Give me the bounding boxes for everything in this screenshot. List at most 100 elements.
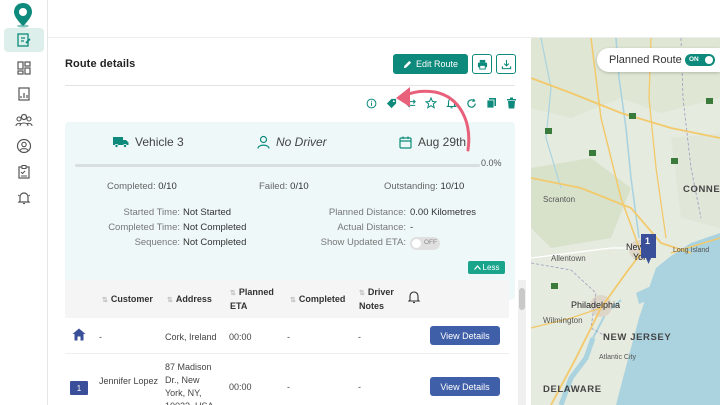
panel-title: Route details: [65, 58, 136, 70]
nav-reports[interactable]: [4, 82, 44, 106]
col-completed-label: Completed: [298, 294, 346, 304]
less-label: Less: [482, 263, 500, 272]
info-icon: [366, 98, 376, 108]
nav-routes[interactable]: [4, 28, 44, 52]
route-map[interactable]: Scranton CONNE New York Long Island Alle…: [531, 38, 720, 405]
planned-route-switch-label: ON: [689, 56, 699, 63]
eta-cell: 00:00: [229, 332, 252, 342]
nav-dashboard[interactable]: [4, 56, 44, 80]
col-address[interactable]: ⇅ Address: [167, 293, 212, 307]
trash-icon: [506, 97, 516, 109]
completed-value: 0/10: [158, 181, 177, 192]
col-planned-eta[interactable]: ⇅ Planned ETA: [230, 286, 275, 312]
sequence-badge: 1: [70, 381, 88, 395]
view-details-button[interactable]: View Details: [430, 377, 500, 396]
annotation-arrow: [396, 87, 471, 152]
completed-time-value: Not Completed: [183, 222, 247, 233]
outstanding-label: Outstanding:: [384, 181, 438, 192]
sequence-label: Sequence:: [134, 237, 180, 248]
toggle-knob: [705, 56, 713, 64]
driver-name: No Driver: [276, 135, 327, 149]
outstanding-stat: Outstanding: 10/10: [384, 181, 464, 192]
actual-distance-label: Actual Distance:: [337, 222, 406, 233]
map-marker-number: 1: [645, 236, 651, 246]
table-row: 1 Jennifer Lopez 87 Madison Dr., New Yor…: [65, 355, 509, 405]
customer-cell: -: [99, 332, 102, 342]
planned-route-toggle[interactable]: Planned Route ON: [597, 48, 720, 72]
map-label-connecticut: CONNE: [683, 184, 720, 195]
nav-profile[interactable]: [4, 134, 44, 158]
started-time-label: Started Time:: [123, 207, 181, 218]
edit-document-icon: [17, 33, 31, 47]
info-button[interactable]: [364, 96, 378, 110]
col-driver-notes[interactable]: ⇅ Driver Notes: [359, 286, 399, 312]
toggle-knob: [412, 239, 421, 248]
copy-icon: [486, 98, 496, 109]
bell-icon[interactable]: [406, 289, 422, 305]
address-cell: 87 Madison Dr., New York, NY, 10022, USA: [165, 362, 214, 405]
delete-button[interactable]: [504, 96, 518, 110]
view-details-button[interactable]: View Details: [430, 326, 500, 345]
driver-info[interactable]: No Driver: [257, 132, 327, 152]
failed-value: 0/10: [290, 181, 309, 192]
planned-route-label: Planned Route: [609, 54, 682, 66]
print-button[interactable]: [472, 54, 492, 74]
col-completed[interactable]: ⇅ Completed: [290, 293, 345, 307]
logo-pin-icon: [14, 3, 32, 28]
map-label-scranton: Scranton: [543, 195, 576, 204]
less-button[interactable]: Less: [468, 261, 505, 274]
failed-stat: Failed: 0/10: [259, 181, 309, 192]
completed-time-label: Completed Time:: [108, 222, 180, 233]
report-icon: [18, 87, 30, 101]
completed-cell: -: [287, 382, 290, 392]
nav-team[interactable]: [4, 108, 44, 132]
eta-cell: 00:00: [229, 382, 252, 392]
started-time-value: Not Started: [183, 207, 232, 218]
actual-distance-value: -: [410, 222, 414, 233]
col-customer-label: Customer: [110, 294, 153, 304]
edit-route-label: Edit Route: [415, 59, 459, 69]
planned-route-switch[interactable]: ON: [685, 54, 715, 66]
stops-table: ⇅ Customer ⇅ Address ⇅ Planned ETA ⇅ Complet…: [65, 280, 526, 405]
eta-toggle[interactable]: OFF: [410, 237, 440, 250]
customer-cell: Jennifer Lopez: [99, 376, 159, 386]
map-label-philadelphia: Philadelphia: [571, 300, 621, 310]
nav-tasks[interactable]: [4, 160, 44, 184]
map-label-long-island: Long Island: [673, 247, 710, 254]
sort-icon: ⇅: [167, 297, 173, 304]
nav-notifications[interactable]: [4, 186, 44, 210]
user-circle-icon: [16, 138, 32, 154]
col-address-label: Address: [175, 294, 212, 304]
table-scrollbar[interactable]: [518, 280, 526, 405]
chevron-up-icon: [473, 265, 481, 270]
table-row: - Cork, Ireland 00:00 - - View Details: [65, 318, 509, 354]
map-label-allentown: Allentown: [551, 254, 586, 263]
pencil-icon: [403, 60, 412, 68]
failed-label: Failed:: [259, 181, 288, 192]
sidebar: [0, 0, 48, 405]
edit-route-button[interactable]: Edit Route: [393, 54, 468, 74]
vehicle-info: Vehicle 3: [113, 132, 184, 152]
progress-bar: [75, 164, 480, 167]
completed-stat: Completed: 0/10: [107, 181, 177, 192]
download-button[interactable]: [496, 54, 516, 74]
sort-icon: ⇅: [290, 297, 296, 304]
download-icon: [501, 59, 511, 69]
notes-cell: -: [358, 332, 361, 342]
team-icon: [15, 113, 33, 127]
sort-icon: ⇅: [359, 290, 365, 297]
show-eta-label: Show Updated ETA:: [320, 237, 406, 248]
copy-button[interactable]: [484, 96, 498, 110]
col-customer[interactable]: ⇅ Customer: [102, 293, 153, 307]
scrollbar-thumb[interactable]: [519, 288, 525, 310]
user-icon: [257, 135, 270, 149]
table-header: ⇅ Customer ⇅ Address ⇅ Planned ETA ⇅ Complet…: [65, 280, 509, 318]
outstanding-value: 10/10: [440, 181, 465, 192]
progress-label: 0.0%: [481, 158, 502, 168]
clipboard-icon: [18, 165, 30, 179]
vehicle-name: Vehicle 3: [135, 135, 184, 149]
col-planned-eta-label: Planned ETA: [230, 287, 274, 311]
sequence-value: Not Completed: [183, 237, 247, 248]
home-icon: [72, 328, 86, 341]
map-label-delaware: DELAWARE: [543, 384, 602, 395]
